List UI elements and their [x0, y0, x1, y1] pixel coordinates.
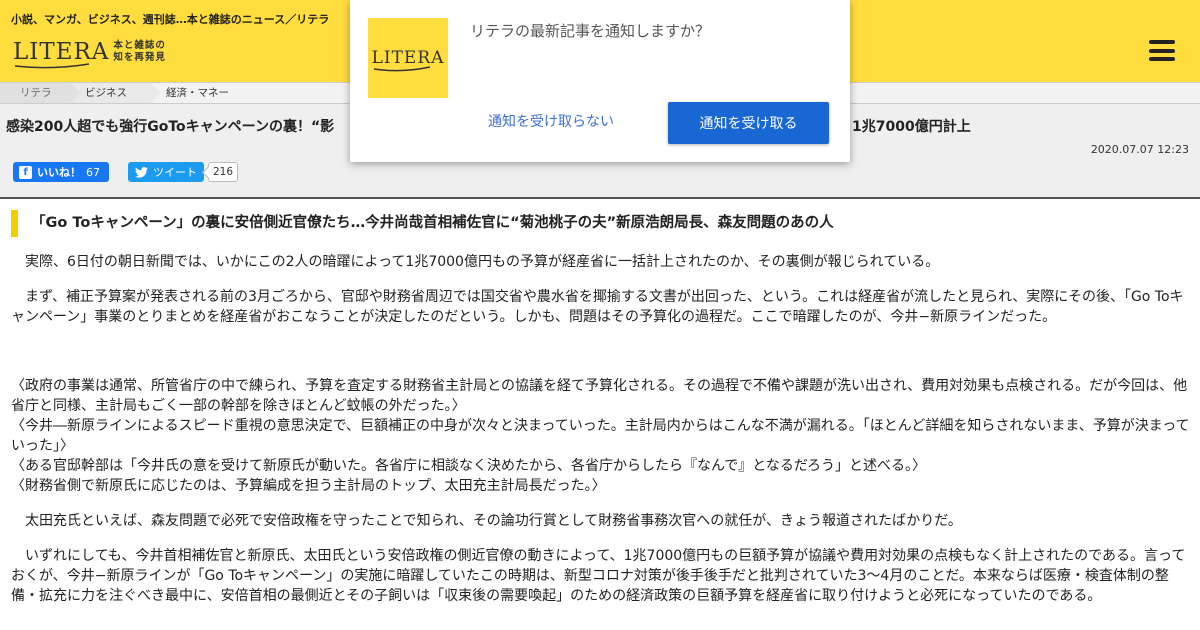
- quote-1: 〈政府の事業は通常、所管省庁の中で練られ、予算を査定する財務省主計局との協議を経…: [11, 378, 1188, 414]
- like-label: いいね！: [37, 166, 81, 179]
- tweet-button[interactable]: ツイート: [128, 162, 204, 182]
- quote-3: 〈ある官邸幹部は「今井氏の意を受けて新原氏が動いた。各省庁に相談なく決めたから、…: [11, 458, 927, 474]
- breadcrumb-item-economy[interactable]: 経済・マネー: [150, 83, 270, 103]
- article-subheading: 「Go Toキャンペーン」の裏に安倍側近官僚たち…今井尚哉首相補佐官に“菊池桃子…: [11, 210, 1191, 237]
- accept-notifications-button[interactable]: 通知を受け取る: [668, 102, 829, 144]
- article-paragraph-3: 太田充氏といえば、森友問題で必死で安倍政権を守ったことで知られ、その論功行賞とし…: [25, 513, 962, 529]
- decline-notifications-button[interactable]: 通知を受け取らない: [488, 111, 614, 131]
- notification-dialog: LITERA リテラの最新記事を通知しますか？ 通知を受け取らない 通知を受け取…: [350, 0, 850, 162]
- tweet-label: ツイート: [153, 166, 197, 179]
- facebook-like-button[interactable]: f いいね！ 67: [13, 162, 109, 182]
- publish-date: 2020.07.07 12:23: [1090, 143, 1189, 156]
- site-logo[interactable]: LITERA 本と雑誌の 知を再発見: [13, 37, 166, 69]
- breadcrumb-item-business[interactable]: ビジネス: [70, 83, 160, 103]
- like-count: 67: [86, 165, 100, 179]
- notification-logo: LITERA: [368, 18, 448, 98]
- facebook-icon: f: [19, 165, 32, 179]
- article-title: 感染200人超でも強行GoToキャンペーンの裏！“影: [6, 119, 335, 135]
- article-paragraph-2: まず、補正予算案が発表される前の3月ごろから、官邸や財務省周辺では国交省や農水省…: [11, 289, 1184, 325]
- article-paragraph-1: 実際、6日付の朝日新聞では、いかにこの2人の暗躍によって1兆7000億円もの予算…: [25, 254, 940, 270]
- logo-swoosh-icon: [14, 63, 90, 69]
- notification-question: リテラの最新記事を通知しますか？: [470, 22, 711, 40]
- quote-4: 〈財務省側で新原氏に応じたのは、予算編成を担う主計局のトップ、太田充主計局長だっ…: [11, 478, 606, 494]
- tweet-count: 216: [208, 162, 239, 182]
- logo-text: LITERA: [13, 39, 110, 65]
- site-tagline: 小説、マンガ、ビジネス、週刊誌…本と雑誌のニュース／リテラ: [11, 13, 330, 26]
- hamburger-icon[interactable]: [1149, 40, 1175, 61]
- notification-logo-text: LITERA: [371, 48, 445, 68]
- article-quotes: 〈政府の事業は通常、所管省庁の中で練られ、予算を査定する財務省主計局との協議を経…: [11, 376, 1191, 496]
- article-title-end: 1兆7000億円計上: [852, 119, 971, 135]
- logo-subtitle: 本と雑誌の 知を再発見: [113, 40, 166, 63]
- quote-2: 〈今井―新原ラインによるスピード重視の意思決定で、巨額補正の中身が次々と決まって…: [11, 418, 1190, 454]
- breadcrumb-item-home[interactable]: リテラ: [0, 83, 80, 103]
- article-paragraph-4: いずれにしても、今井首相補佐官と新原氏、太田氏という安倍政権の側近官僚の動きによ…: [11, 548, 1186, 604]
- twitter-bird-icon: [135, 166, 148, 178]
- logo-swoosh-icon: [373, 66, 430, 72]
